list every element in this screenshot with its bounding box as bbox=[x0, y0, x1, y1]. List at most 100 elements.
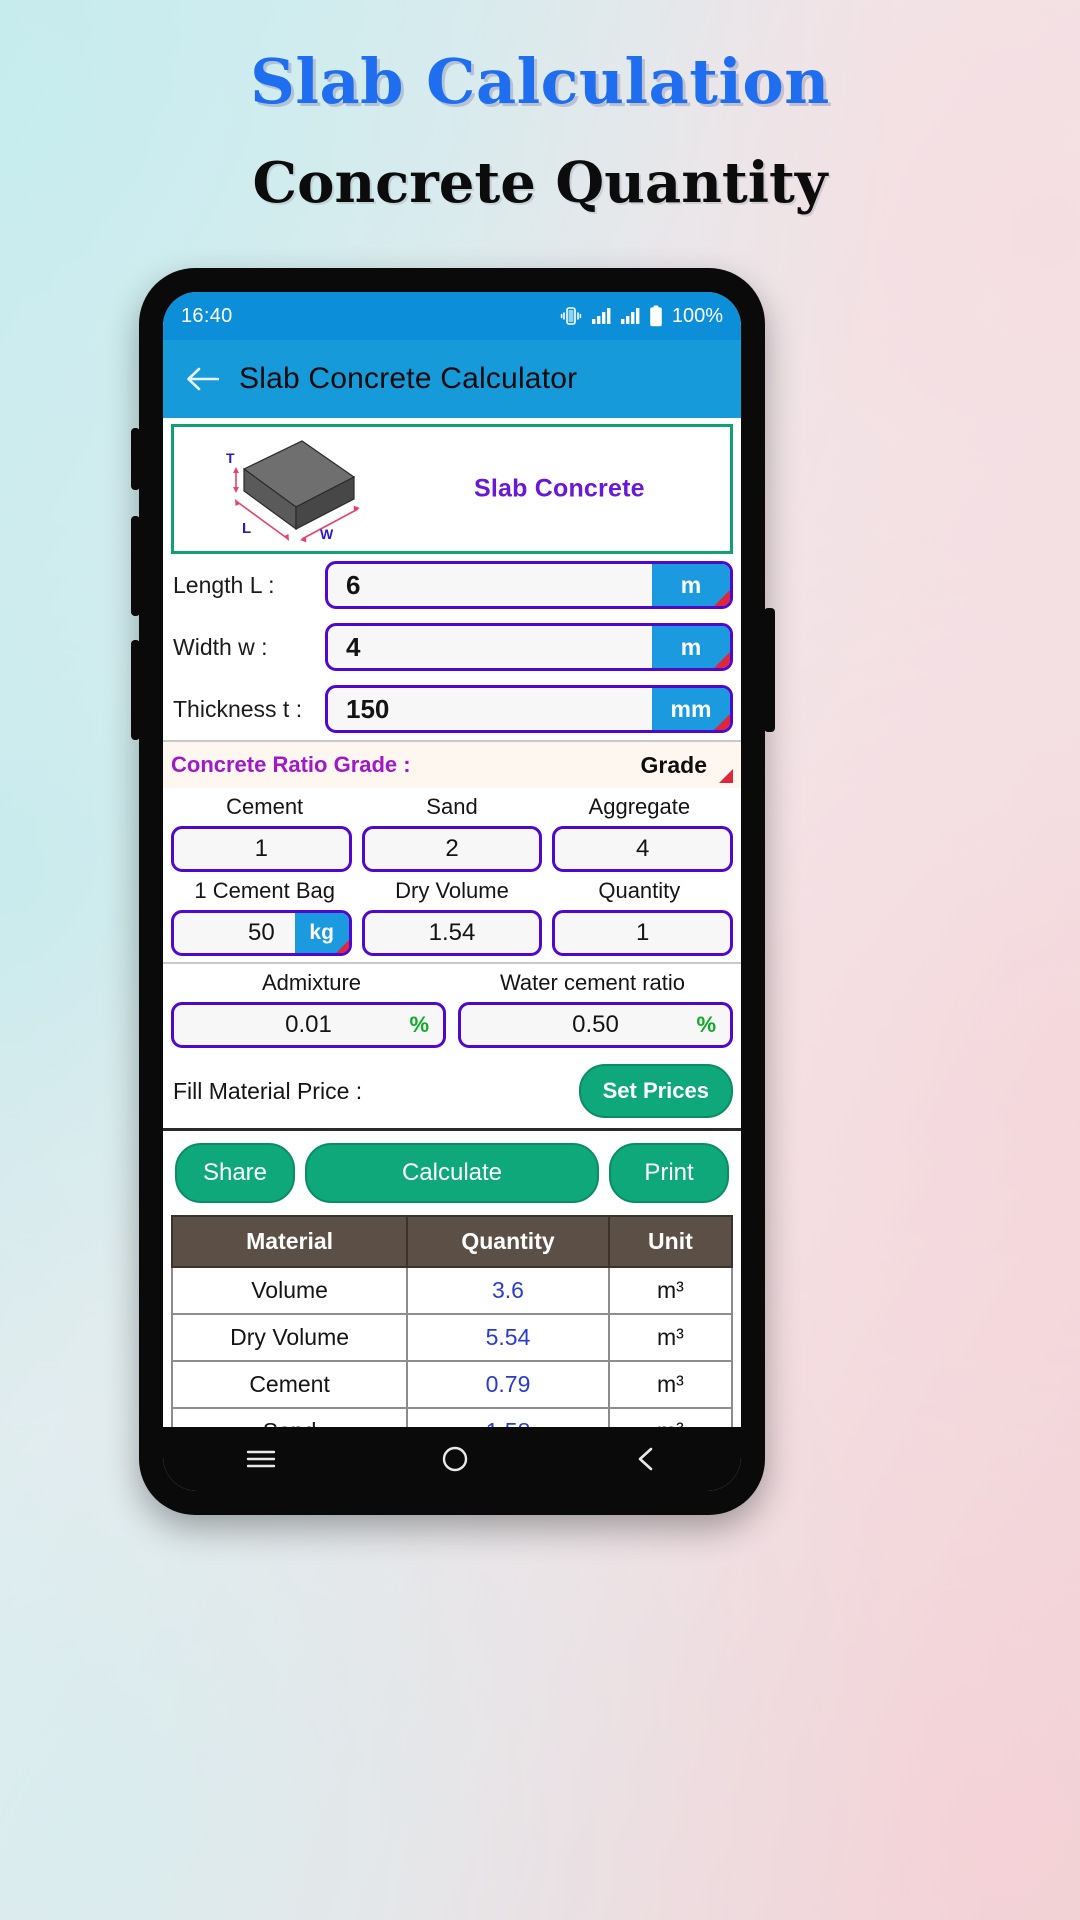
poster-subtitle: Concrete Quantity bbox=[252, 150, 828, 217]
cement-ratio-value: 1 bbox=[254, 835, 269, 862]
aggregate-header: Aggregate bbox=[588, 794, 691, 819]
share-button[interactable]: Share bbox=[175, 1143, 295, 1203]
slab-diagram-card: T L W Slab Concrete bbox=[171, 424, 733, 554]
water-cement-percent-icon: % bbox=[696, 1012, 716, 1037]
results-col-unit: Unit bbox=[607, 1215, 734, 1268]
calculate-button[interactable]: Calculate bbox=[305, 1143, 599, 1203]
sand-ratio-input[interactable]: 2 bbox=[361, 826, 543, 872]
result-material: Volume bbox=[170, 1266, 409, 1315]
length-unit-button[interactable]: m bbox=[652, 564, 730, 606]
cement-header: Cement bbox=[226, 794, 304, 819]
width-input[interactable]: 4 m bbox=[325, 623, 733, 671]
action-button-row: Share Calculate Print bbox=[163, 1131, 741, 1213]
admixture-headers: Admixture Water cement ratio bbox=[163, 962, 741, 1002]
length-field-row: Length L : 6 m bbox=[163, 554, 741, 616]
concrete-ratio-grade-label: Concrete Ratio Grade : bbox=[171, 752, 411, 777]
admixture-header: Admixture bbox=[261, 970, 362, 995]
result-unit: m³ bbox=[607, 1360, 734, 1409]
table-row: Sand 1.58 m³ bbox=[170, 1407, 734, 1427]
results-table: Material Quantity Unit Volume 3.6 m³ Dry… bbox=[170, 1215, 734, 1427]
quantity-input[interactable]: 1 bbox=[552, 910, 734, 956]
admixture-percent-icon: % bbox=[409, 1012, 429, 1037]
volume-up-button[interactable] bbox=[131, 516, 140, 616]
result-unit: m³ bbox=[607, 1407, 734, 1427]
result-quantity: 5.54 bbox=[406, 1313, 610, 1362]
thickness-unit-button[interactable]: mm bbox=[652, 688, 730, 730]
set-prices-button[interactable]: Set Prices bbox=[578, 1064, 733, 1118]
status-time: 16:40 bbox=[181, 304, 233, 327]
cement-bag-header: 1 Cement Bag bbox=[194, 878, 335, 903]
result-quantity: 3.6 bbox=[406, 1266, 610, 1315]
power-button[interactable] bbox=[764, 608, 775, 732]
svg-text:W: W bbox=[320, 526, 334, 542]
print-button[interactable]: Print bbox=[609, 1143, 729, 1203]
android-nav-bar bbox=[163, 1427, 741, 1491]
toolbar-title: Slab Concrete Calculator bbox=[239, 362, 578, 395]
poster-headline-group: Slab Calculation Concrete Quantity bbox=[0, 46, 1080, 216]
bag-headers: 1 Cement Bag Dry Volume Quantity bbox=[163, 872, 741, 910]
sand-header: Sand bbox=[426, 794, 478, 819]
app-content: T L W Slab Concrete Length L: 6 m Width… bbox=[163, 418, 741, 1427]
admixture-inputs: 0.01 % 0.50 % bbox=[163, 1002, 741, 1048]
phone-screen: 16:40 100% Slab Concrete Calculator T L … bbox=[163, 292, 741, 1491]
aggregate-ratio-value: 4 bbox=[636, 835, 650, 862]
svg-text:L: L bbox=[242, 520, 251, 537]
volume-down-button[interactable] bbox=[131, 640, 140, 740]
status-bar: 16:40 100% bbox=[163, 292, 741, 340]
result-material: Cement bbox=[170, 1360, 409, 1409]
grade-select-button[interactable]: Grade bbox=[628, 747, 734, 783]
thickness-value: 150 bbox=[346, 693, 390, 724]
result-unit: m³ bbox=[607, 1313, 734, 1362]
back-icon[interactable] bbox=[633, 1445, 659, 1473]
result-quantity: 1.58 bbox=[406, 1407, 610, 1427]
menu-icon[interactable] bbox=[245, 1447, 277, 1471]
battery-percent: 100% bbox=[671, 304, 723, 327]
phone-mockup: 16:40 100% Slab Concrete Calculator T L … bbox=[131, 268, 775, 1515]
vibrate-icon bbox=[560, 305, 582, 327]
result-unit: m³ bbox=[607, 1266, 734, 1315]
results-col-quantity: Quantity bbox=[406, 1215, 610, 1268]
dry-volume-input[interactable]: 1.54 bbox=[361, 910, 543, 956]
admixture-input[interactable]: 0.01 % bbox=[171, 1002, 446, 1048]
width-field-row: Width w : 4 m bbox=[163, 616, 741, 678]
ratio-inputs: 1 2 4 bbox=[163, 826, 741, 872]
length-input[interactable]: 6 m bbox=[325, 561, 733, 609]
app-toolbar: Slab Concrete Calculator bbox=[163, 340, 741, 418]
slab-diagram-label: Slab Concrete bbox=[474, 474, 645, 503]
width-unit-button[interactable]: m bbox=[652, 626, 730, 668]
cement-bag-unit-button[interactable]: kg bbox=[294, 913, 349, 953]
table-row: Volume 3.6 m³ bbox=[170, 1266, 734, 1315]
length-label: Length L : bbox=[173, 571, 275, 598]
battery-icon bbox=[649, 305, 663, 327]
concrete-ratio-grade-row: Concrete Ratio Grade : Grade bbox=[163, 740, 741, 788]
table-row: Cement 0.79 m³ bbox=[170, 1360, 734, 1409]
fill-material-price-label: Fill Material Price : bbox=[173, 1077, 363, 1104]
phone-side-button bbox=[131, 428, 140, 490]
dry-volume-value: 1.54 bbox=[428, 919, 476, 946]
water-cement-ratio-input[interactable]: 0.50 % bbox=[458, 1002, 733, 1048]
thickness-input[interactable]: 150 mm bbox=[325, 685, 733, 733]
cement-ratio-input[interactable]: 1 bbox=[171, 826, 352, 872]
water-cement-ratio-value: 0.50 bbox=[572, 1011, 619, 1038]
admixture-value: 0.01 bbox=[285, 1011, 332, 1038]
signal-icon bbox=[591, 307, 611, 325]
back-arrow-icon[interactable] bbox=[185, 366, 219, 392]
cement-bag-input[interactable]: 50 kg bbox=[171, 910, 352, 956]
sand-ratio-value: 2 bbox=[445, 835, 459, 862]
result-material: Dry Volume bbox=[170, 1313, 409, 1362]
results-col-material: Material bbox=[170, 1215, 409, 1268]
signal-icon bbox=[620, 307, 640, 325]
home-icon[interactable] bbox=[441, 1445, 469, 1473]
result-quantity: 0.79 bbox=[406, 1360, 610, 1409]
poster-title: Slab Calculation bbox=[250, 45, 830, 118]
width-value: 4 bbox=[346, 631, 361, 662]
svg-text:T: T bbox=[226, 450, 235, 466]
aggregate-ratio-input[interactable]: 4 bbox=[552, 826, 734, 872]
fill-material-price-row: Fill Material Price : Set Prices bbox=[163, 1054, 741, 1131]
result-material: Sand bbox=[170, 1407, 409, 1427]
cement-bag-value: 50 bbox=[247, 919, 275, 946]
results-header-row: Material Quantity Unit bbox=[170, 1215, 734, 1268]
thickness-label: Thickness t : bbox=[173, 695, 303, 722]
bag-inputs: 50 kg 1.54 1 bbox=[163, 910, 741, 956]
quantity-value: 1 bbox=[636, 919, 650, 946]
